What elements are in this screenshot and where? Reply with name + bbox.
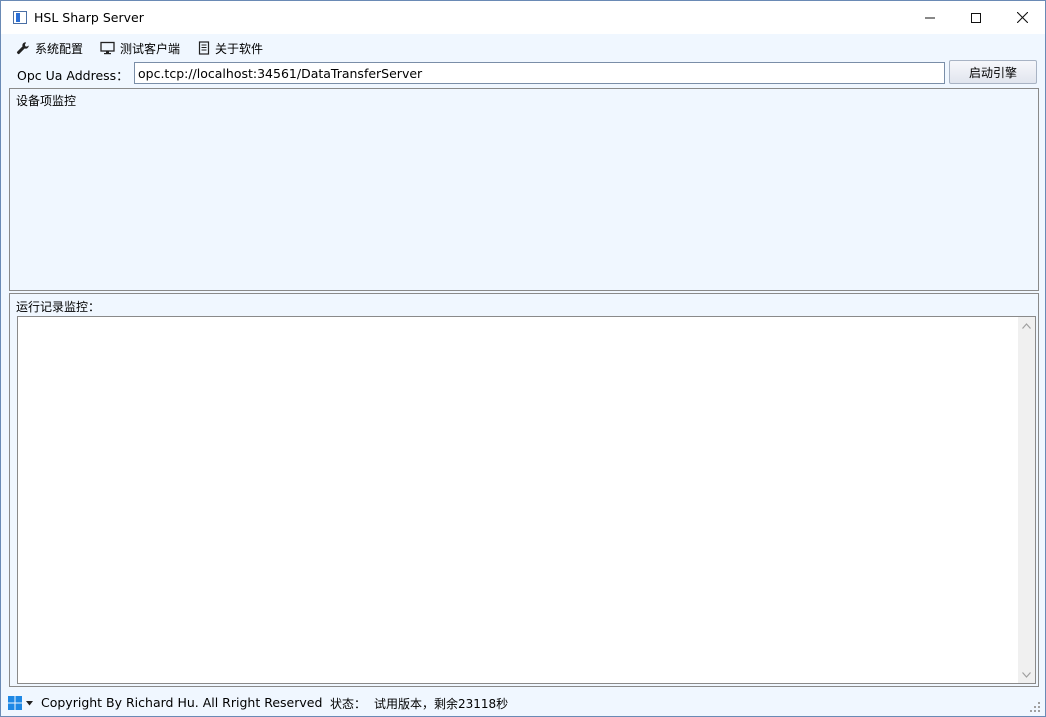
scroll-up-button[interactable] [1018,317,1035,334]
minimize-button[interactable] [907,1,953,34]
caret-down-icon [26,700,33,705]
copyright-text: Copyright By Richard Hu. All Rright Rese… [41,695,323,710]
log-monitor-title: 运行记录监控： [16,300,101,314]
menu-item-about[interactable]: 关于软件 [198,39,263,57]
device-monitor-panel: 设备项监控 [9,88,1039,291]
log-scrollbar[interactable] [1018,317,1035,683]
status-value: 试用版本，剩余23118秒 [374,697,509,711]
window-title: HSL Sharp Server [34,10,144,25]
monitor-icon [100,41,115,55]
scroll-down-button[interactable] [1018,666,1035,683]
chevron-up-icon [1022,322,1031,329]
menu-item-label: 测试客户端 [120,41,181,56]
maximize-icon [971,12,981,23]
opc-address-input[interactable] [134,62,945,84]
maximize-button[interactable] [953,1,999,34]
status-bar: Copyright By Richard Hu. All Rright Rese… [1,690,1045,716]
status-label: 状态： [330,697,367,711]
windows-logo-icon [8,696,22,710]
close-icon [1016,12,1028,23]
menu-item-system-config[interactable]: 系统配置 [16,39,83,57]
log-textarea[interactable] [17,316,1036,684]
close-button[interactable] [999,1,1045,34]
menu-item-label: 关于软件 [215,41,264,56]
log-monitor-panel: 运行记录监控： [9,293,1039,687]
resize-grip-icon[interactable] [1030,702,1041,713]
start-engine-button[interactable]: 启动引擎 [949,60,1037,84]
menu-bar: 系统配置 测试客户端 关于软件 [1,34,1045,60]
address-row: Opc Ua Address： 启动引擎 [1,60,1045,88]
menu-item-label: 系统配置 [35,41,84,56]
chevron-down-icon [1022,671,1031,678]
status-menu-button[interactable] [8,696,33,710]
minimize-icon [925,17,935,18]
wrench-icon [16,42,29,55]
opc-address-label: Opc Ua Address： [17,68,129,83]
title-bar[interactable]: HSL Sharp Server [1,1,1045,34]
app-icon[interactable] [13,11,27,24]
device-monitor-title: 设备项监控 [16,94,77,108]
main-window: HSL Sharp Server 系统配置 测试客户端 关于软件 Opc Ua … [0,0,1046,717]
menu-item-test-client[interactable]: 测试客户端 [100,39,180,57]
document-icon [198,41,210,55]
